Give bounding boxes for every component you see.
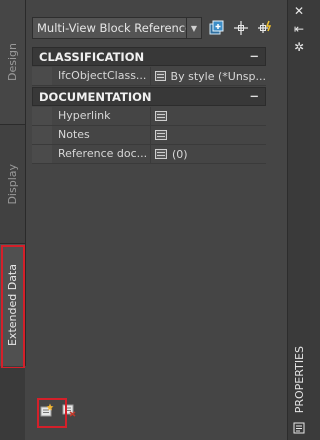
category-label: DOCUMENTATION	[39, 89, 152, 104]
palette-title-label: PROPERTIES	[292, 346, 306, 414]
palette-toolbar: Multi-View Block Reference ▼	[32, 17, 274, 39]
property-name: Hyperlink	[52, 107, 151, 125]
object-type-dropdown[interactable]: Multi-View Block Reference ▼	[32, 17, 202, 39]
chevron-down-icon[interactable]: ▼	[186, 18, 201, 38]
property-value[interactable]	[151, 111, 266, 121]
property-value-text: (0)	[172, 147, 188, 161]
autohide-icon[interactable]: ⇤	[288, 22, 310, 36]
property-row[interactable]: Hyperlink	[32, 107, 266, 126]
collapse-icon[interactable]: −	[249, 89, 259, 103]
tab-display[interactable]: Display	[0, 125, 26, 244]
category-documentation[interactable]: DOCUMENTATION −	[32, 87, 266, 106]
tab-strip-filler	[0, 368, 25, 440]
palette-title-bar[interactable]: ✕ ⇤ ✲ PROPERTIES	[287, 0, 310, 440]
collapse-icon[interactable]: −	[249, 49, 259, 63]
palette-title: PROPERTIES	[288, 340, 310, 420]
properties-palette: Design Display Extended Data Multi-View …	[0, 0, 310, 440]
tab-display-label: Display	[6, 163, 19, 205]
property-row[interactable]: Notes	[32, 126, 266, 145]
property-row[interactable]: IfcObjectClass... By style (*Unsp...	[32, 67, 266, 86]
property-name: Notes	[52, 126, 151, 144]
close-icon[interactable]: ✕	[288, 4, 310, 18]
bottom-toolbar	[37, 398, 84, 428]
property-value[interactable]	[151, 130, 266, 140]
toggle-pickadd-icon[interactable]	[256, 19, 274, 37]
property-value[interactable]: (0)	[151, 148, 266, 161]
row-indent	[32, 107, 52, 125]
grid-button-icon[interactable]	[155, 71, 166, 81]
select-objects-icon[interactable]	[232, 19, 250, 37]
category-classification[interactable]: CLASSIFICATION −	[32, 47, 266, 66]
property-value-text: By style (*Unsp...	[170, 69, 266, 83]
properties-content: Multi-View Block Reference ▼ CLASSIFICAT…	[26, 0, 286, 440]
object-type-value: Multi-View Block Reference	[37, 21, 186, 35]
property-name: Reference doc...	[52, 145, 151, 163]
property-row[interactable]: Reference doc... (0)	[32, 145, 266, 164]
grid-button-icon[interactable]	[155, 149, 167, 159]
palette-icon[interactable]	[288, 422, 310, 437]
row-indent	[32, 145, 52, 163]
grid-button-icon[interactable]	[155, 111, 167, 121]
row-indent	[32, 67, 52, 85]
properties-menu-icon[interactable]: ✲	[288, 40, 310, 54]
property-value[interactable]: By style (*Unsp...	[151, 70, 266, 83]
category-label: CLASSIFICATION	[39, 49, 145, 64]
extended-data-tab-highlight	[1, 245, 25, 369]
row-indent	[32, 126, 52, 144]
property-grid: CLASSIFICATION − IfcObjectClass... By st…	[32, 47, 266, 164]
property-name: IfcObjectClass...	[52, 67, 151, 85]
tab-design[interactable]: Design	[0, 0, 26, 125]
add-property-set-highlight	[37, 398, 67, 428]
grid-button-icon[interactable]	[155, 130, 167, 140]
tab-design-label: Design	[6, 43, 19, 81]
palette-tab-strip: Design Display Extended Data	[0, 0, 26, 440]
quick-select-icon[interactable]	[208, 19, 226, 37]
